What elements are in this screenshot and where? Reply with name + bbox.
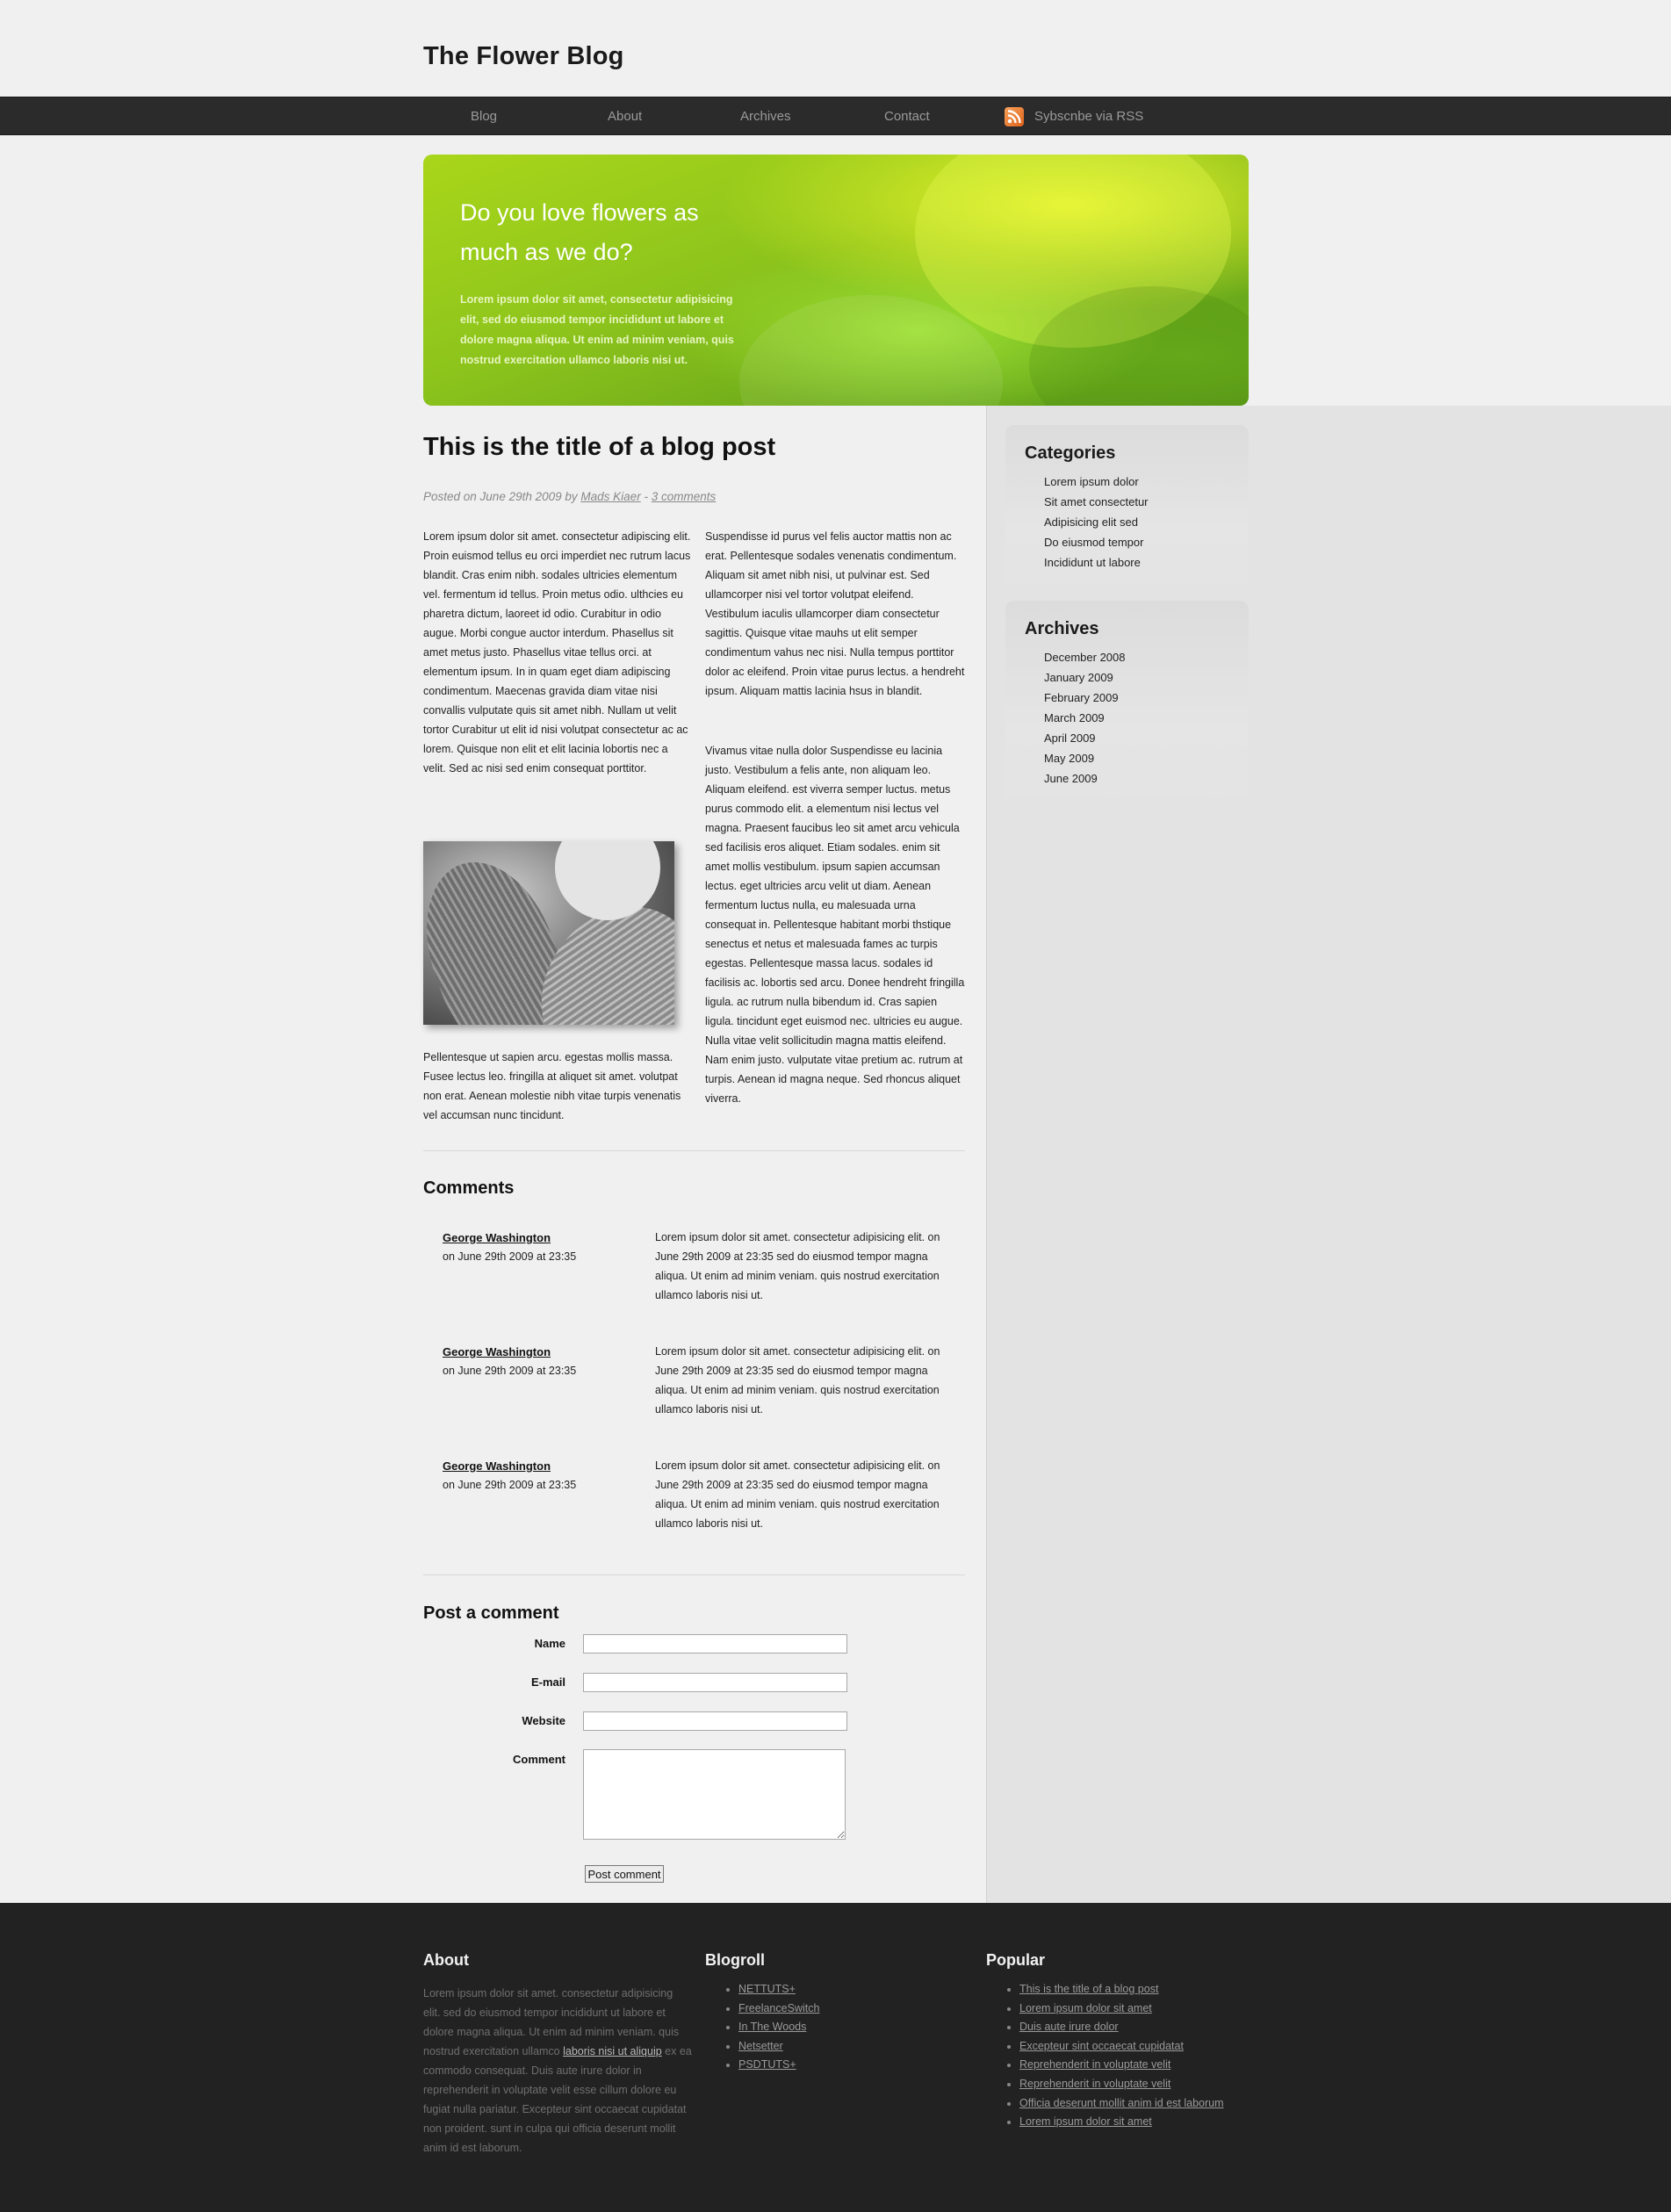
category-link[interactable]: Lorem ipsum dolor	[1044, 472, 1149, 492]
archive-link[interactable]: February 2009	[1044, 688, 1126, 708]
post-title[interactable]: This is the title of a blog post	[423, 433, 775, 462]
archive-link[interactable]: April 2009	[1044, 728, 1126, 748]
post-body-col2-para1: Suspendisse id purus vel felis auctor ma…	[705, 530, 965, 697]
comment-label: Comment	[513, 1753, 565, 1766]
popular-item: Duis aute irure dolor	[1019, 2018, 1224, 2037]
site-title[interactable]: The Flower Blog	[423, 42, 624, 71]
hero-title: Do you love flowers as much as we do?	[460, 199, 699, 265]
footer-about-title: About	[423, 1951, 469, 1969]
comment-body: Lorem ipsum dolor sit amet. consectetur …	[655, 1459, 940, 1530]
divider	[423, 1574, 965, 1575]
comment-date: on June 29th 2009 at 23:35	[443, 1479, 577, 1491]
nav-item-about[interactable]: About	[608, 109, 642, 124]
categories-title: Categories	[1025, 443, 1116, 463]
popular-link[interactable]: Excepteur sint occaecat cupidatat	[1019, 2040, 1184, 2052]
blogroll-link[interactable]: Netsetter	[738, 2040, 783, 2052]
hero-text: Lorem ipsum dolor sit amet, consectetur …	[460, 293, 734, 366]
footer-about-text: Lorem ipsum dolor sit amet. consectetur …	[423, 1984, 692, 2158]
website-label: Website	[522, 1714, 565, 1727]
popular-item: Reprehenderit in voluptate velit	[1019, 2056, 1224, 2075]
comment-body: Lorem ipsum dolor sit amet. consectetur …	[655, 1231, 940, 1301]
popular-link[interactable]: Duis aute irure dolor	[1019, 2021, 1119, 2033]
archive-link[interactable]: June 2009	[1044, 768, 1126, 789]
blogroll-link[interactable]: PSDTUTS+	[738, 2058, 796, 2071]
post-body-col1-para1: Lorem ipsum dolor sit amet. consectetur …	[423, 530, 691, 775]
comment-date: on June 29th 2009 at 23:35	[443, 1250, 577, 1263]
post-body-col1-para2: Pellentesque ut sapien arcu. egestas mol…	[423, 1051, 681, 1121]
archive-link[interactable]: May 2009	[1044, 748, 1126, 768]
popular-item: Lorem ipsum dolor sit amet	[1019, 2113, 1224, 2132]
comment-body: Lorem ipsum dolor sit amet. consectetur …	[655, 1345, 940, 1416]
blogroll-item: NETTUTS+	[738, 1980, 819, 1999]
popular-item: This is the title of a blog post	[1019, 1980, 1224, 1999]
comment-date: on June 29th 2009 at 23:35	[443, 1365, 577, 1377]
post-meta: Posted on June 29th 2009 by Mads Kiaer -…	[423, 490, 716, 503]
name-field[interactable]	[583, 1634, 847, 1654]
post-comment-title: Post a comment	[423, 1603, 559, 1623]
categories-widget: Categories Lorem ipsum dolor Sit amet co…	[1005, 425, 1249, 599]
popular-item: Excepteur sint occaecat cupidatat	[1019, 2037, 1224, 2057]
categories-list: Lorem ipsum dolor Sit amet consectetur A…	[1044, 472, 1149, 573]
archives-title: Archives	[1025, 619, 1099, 638]
site-header: The Flower Blog	[0, 0, 1671, 97]
archives-list: December 2008 January 2009 February 2009…	[1044, 647, 1126, 789]
footer: About Blogroll Popular NETTUTS+ Freelanc…	[0, 1903, 1671, 2212]
archives-widget: Archives December 2008 January 2009 Febr…	[1005, 601, 1249, 815]
popular-item: Reprehenderit in voluptate velit	[1019, 2075, 1224, 2094]
comment-author[interactable]: George Washington	[443, 1345, 551, 1358]
blogroll-link[interactable]: NETTUTS+	[738, 1983, 796, 1995]
email-field[interactable]	[583, 1673, 847, 1692]
blogroll-item: FreelanceSwitch	[738, 1999, 819, 2019]
comment-textarea[interactable]	[583, 1749, 846, 1840]
divider	[423, 1150, 965, 1151]
name-label: Name	[534, 1637, 565, 1650]
popular-link[interactable]: Officia deserunt mollit anim id est labo…	[1019, 2097, 1224, 2109]
comments-title: Comments	[423, 1178, 515, 1198]
popular-link[interactable]: Reprehenderit in voluptate velit	[1019, 2058, 1170, 2071]
blogroll-item: Netsetter	[738, 2037, 819, 2057]
footer-blogroll-title: Blogroll	[705, 1951, 765, 1969]
meta-separator: -	[644, 490, 648, 503]
blogroll-item: PSDTUTS+	[738, 2056, 819, 2075]
post-comments-link[interactable]: 3 comments	[652, 490, 717, 503]
rss-subscribe-link[interactable]: Sybscnbe via RSS	[1034, 109, 1143, 124]
post-body-col2-para2: Vivamus vitae nulla dolor Suspendisse eu…	[705, 745, 965, 1105]
popular-link[interactable]: Lorem ipsum dolor sit amet	[1019, 2002, 1152, 2014]
popular-link[interactable]: Reprehenderit in voluptate velit	[1019, 2078, 1170, 2090]
rss-icon[interactable]	[1005, 107, 1024, 126]
archive-link[interactable]: January 2009	[1044, 667, 1126, 688]
footer-about-link[interactable]: laboris nisi ut aliquip	[563, 2045, 662, 2057]
popular-list: This is the title of a blog post Lorem i…	[1004, 1980, 1224, 2132]
footer-about-text-after: ex ea commodo consequat. Duis aute irure…	[423, 2045, 692, 2154]
nav-item-archives[interactable]: Archives	[740, 109, 791, 124]
popular-link[interactable]: This is the title of a blog post	[1019, 1983, 1158, 1995]
archive-link[interactable]: December 2008	[1044, 647, 1126, 667]
nav-item-blog[interactable]: Blog	[471, 109, 497, 124]
blogroll-link[interactable]: FreelanceSwitch	[738, 2002, 819, 2014]
category-link[interactable]: Do eiusmod tempor	[1044, 532, 1149, 552]
category-link[interactable]: Adipisicing elit sed	[1044, 512, 1149, 532]
popular-link[interactable]: Lorem ipsum dolor sit amet	[1019, 2115, 1152, 2128]
comment-author[interactable]: George Washington	[443, 1231, 551, 1244]
post-comment-button[interactable]: Post comment	[585, 1865, 664, 1883]
comment-author[interactable]: George Washington	[443, 1459, 551, 1473]
blogroll-link[interactable]: In The Woods	[738, 2021, 806, 2033]
popular-item: Officia deserunt mollit anim id est labo…	[1019, 2094, 1224, 2114]
archive-link[interactable]: March 2009	[1044, 708, 1126, 728]
category-link[interactable]: Incididunt ut labore	[1044, 552, 1149, 573]
nav-item-contact[interactable]: Contact	[884, 109, 930, 124]
blogroll-item: In The Woods	[738, 2018, 819, 2037]
hero-banner: Do you love flowers as much as we do? Lo…	[423, 155, 1249, 406]
blogroll-list: NETTUTS+ FreelanceSwitch In The Woods Ne…	[723, 1980, 819, 2075]
post-date: Posted on June 29th 2009 by	[423, 490, 578, 503]
website-field[interactable]	[583, 1711, 847, 1731]
popular-item: Lorem ipsum dolor sit amet	[1019, 1999, 1224, 2019]
email-label: E-mail	[530, 1675, 565, 1689]
main-navigation: Blog About Archives Contact Sybscnbe via…	[0, 97, 1671, 135]
post-author-link[interactable]: Mads Kiaer	[580, 490, 640, 503]
flower-photo	[423, 841, 674, 1025]
category-link[interactable]: Sit amet consectetur	[1044, 492, 1149, 512]
footer-popular-title: Popular	[986, 1951, 1046, 1969]
